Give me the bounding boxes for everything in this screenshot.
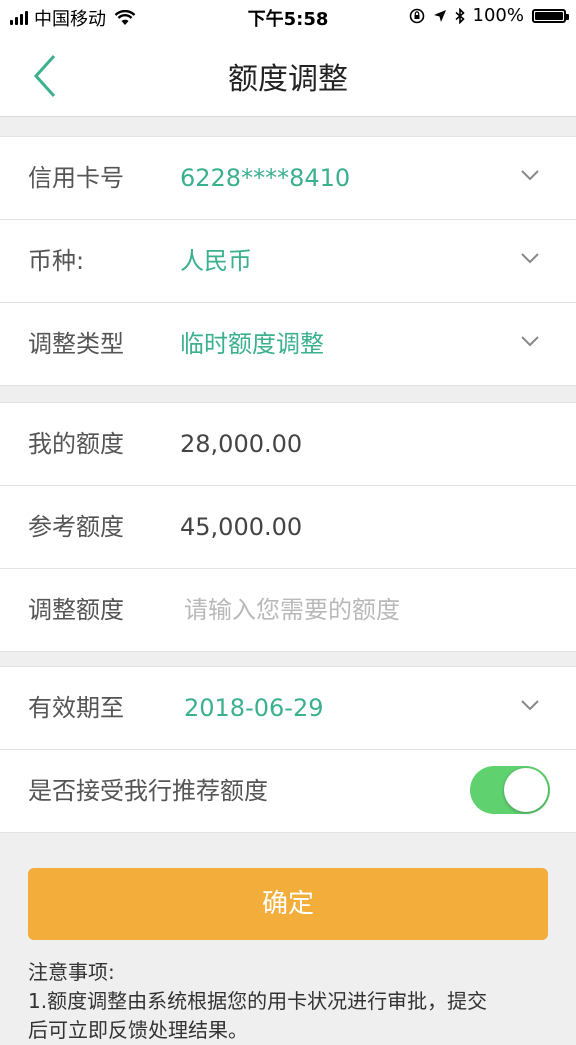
my-limit-value: 28,000.00: [180, 430, 303, 458]
notes-title: 注意事项:: [28, 960, 115, 984]
validity-section: 有效期至 2018-06-29 是否接受我行推荐额度: [0, 666, 576, 833]
notes-block: 注意事项: 1.额度调整由系统根据您的用卡状况进行审批，提交 后可立即反馈处理结…: [28, 958, 548, 1045]
my-limit-row: 我的额度 28,000.00: [0, 403, 576, 486]
bluetooth-icon: [455, 7, 465, 24]
adjust-limit-label: 调整额度: [28, 596, 124, 624]
reference-limit-label: 参考额度: [28, 513, 124, 541]
location-icon: [433, 9, 446, 22]
orientation-lock-icon: [409, 8, 424, 23]
adjust-type-value: 临时额度调整: [180, 330, 324, 358]
card-number-value: 6228****8410: [180, 164, 351, 192]
card-number-row[interactable]: 信用卡号 6228****8410: [0, 137, 576, 220]
battery-percent: 100%: [472, 5, 524, 26]
reference-limit-value: 45,000.00: [180, 513, 303, 541]
adjust-limit-input[interactable]: 请输入您需要的额度: [184, 569, 400, 651]
expiry-label: 有效期至: [28, 694, 124, 722]
recommend-label: 是否接受我行推荐额度: [28, 777, 268, 805]
recommend-row: 是否接受我行推荐额度: [0, 750, 576, 832]
recommend-toggle[interactable]: [470, 766, 550, 814]
card-number-label: 信用卡号: [28, 164, 124, 192]
expiry-row[interactable]: 有效期至 2018-06-29: [0, 667, 576, 750]
nav-bar: 额度调整: [0, 34, 576, 117]
status-right: 100%: [409, 5, 569, 26]
currency-row[interactable]: 币种: 人民币: [0, 220, 576, 303]
notes-line-1: 1.额度调整由系统根据您的用卡状况进行审批，提交: [28, 989, 488, 1013]
page-title: 额度调整: [228, 62, 348, 97]
battery-icon: [532, 8, 569, 23]
reference-limit-row: 参考额度 45,000.00: [0, 486, 576, 569]
card-info-section: 信用卡号 6228****8410 币种: 人民币 调整类型 临时额度调整: [0, 136, 576, 386]
notes-line-2: 后可立即反馈处理结果。: [28, 1018, 248, 1042]
chevron-down-icon: [521, 170, 539, 181]
battery-fill: [535, 11, 563, 20]
toggle-knob: [504, 768, 548, 812]
confirm-button[interactable]: 确定: [28, 868, 548, 940]
chevron-down-icon: [521, 336, 539, 347]
chevron-down-icon: [521, 253, 539, 264]
adjust-type-row[interactable]: 调整类型 临时额度调整: [0, 303, 576, 385]
expiry-value: 2018-06-29: [184, 694, 324, 722]
adjust-type-label: 调整类型: [28, 330, 124, 358]
chevron-down-icon: [521, 700, 539, 711]
my-limit-label: 我的额度: [28, 430, 124, 458]
limit-section: 我的额度 28,000.00 参考额度 45,000.00 调整额度 请输入您需…: [0, 402, 576, 652]
currency-label: 币种:: [28, 247, 85, 275]
adjust-limit-row: 调整额度 请输入您需要的额度: [0, 569, 576, 651]
status-bar: 中国移动 下午5:58 100%: [0, 0, 576, 34]
currency-value: 人民币: [180, 247, 252, 275]
